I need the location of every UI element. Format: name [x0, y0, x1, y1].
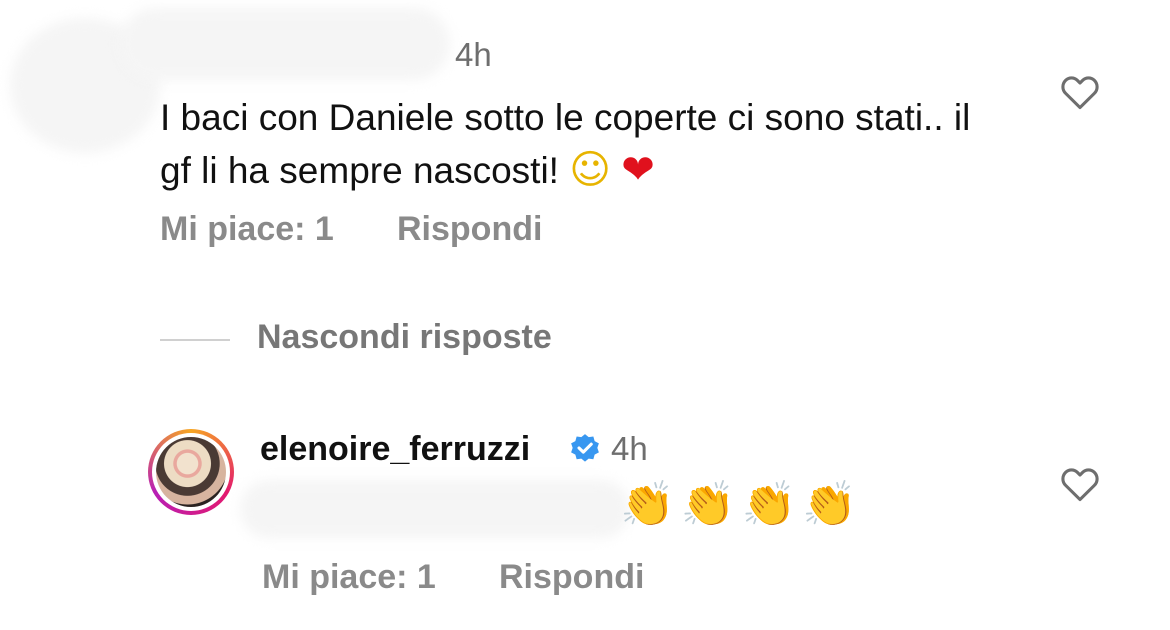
comment-timestamp: 4h [455, 36, 492, 73]
likes-count[interactable]: Mi piace: 1 [160, 210, 334, 249]
comment-text: I baci con Daniele sotto le coperte ci s… [160, 92, 990, 197]
blurred-reply-text [240, 480, 630, 538]
divider-line [160, 339, 230, 341]
verified-badge-icon [571, 434, 599, 462]
profile-photo [156, 437, 226, 507]
red-heart-emoji: ❤ [621, 147, 655, 193]
likes-count[interactable]: Mi piace: 1 [262, 558, 436, 597]
hide-replies-label: Nascondi risposte [257, 318, 552, 356]
clap-emoji: 👏👏👏👏 [620, 479, 864, 530]
smiling-face-emoji: ☺ [569, 147, 611, 193]
clapping-hands-emojis: 👏👏👏👏 [620, 478, 863, 530]
reply-username[interactable]: elenoire_ferruzzi [260, 430, 530, 469]
reply-button[interactable]: Rispondi [397, 210, 542, 249]
blurred-username [120, 8, 450, 80]
like-heart-icon[interactable] [1060, 74, 1100, 110]
reply-timestamp: 4h [611, 430, 648, 467]
avatar[interactable] [148, 429, 234, 515]
like-heart-icon[interactable] [1060, 466, 1100, 502]
reply-button[interactable]: Rispondi [499, 558, 644, 597]
comment-body: I baci con Daniele sotto le coperte ci s… [160, 97, 971, 191]
